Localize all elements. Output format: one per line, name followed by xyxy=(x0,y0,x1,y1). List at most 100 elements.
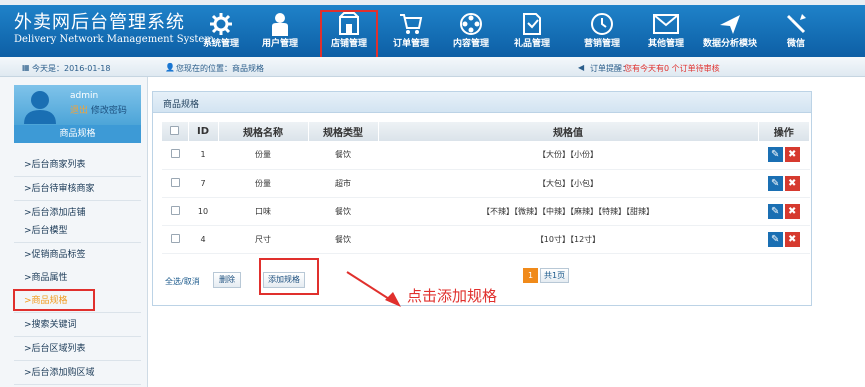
cell-actions: ✎ ✖ xyxy=(758,141,810,170)
edit-icon[interactable]: ✎ xyxy=(767,147,783,163)
row-checkbox[interactable] xyxy=(170,233,180,243)
mail-icon xyxy=(653,11,679,37)
cell-select xyxy=(162,169,188,198)
table-row: 4 尺寸 餐饮 【10寸】【12寸】 ✎ ✖ xyxy=(162,225,810,254)
logout-link[interactable]: 退出 xyxy=(70,106,88,116)
right-margin xyxy=(848,77,865,387)
cell-name: 份量 xyxy=(218,169,308,198)
add-spec-highlight xyxy=(259,258,319,295)
cell-select xyxy=(162,197,188,226)
nav-users[interactable]: 用户管理 xyxy=(255,6,305,52)
nav-label: 微信 xyxy=(786,39,805,49)
nav-label: 订单管理 xyxy=(392,39,429,49)
sidebar-item-keywords[interactable]: >搜索关键词 xyxy=(14,313,141,337)
nav-marketing[interactable]: 营销管理 xyxy=(577,6,627,52)
header-values: 规格值 xyxy=(378,122,759,141)
delete-icon[interactable]: ✖ xyxy=(784,231,800,247)
cell-values: 【大包】【小包】 xyxy=(378,169,758,198)
order-alert-text[interactable]: 您有今天有0 个订单待审核 xyxy=(624,63,720,74)
nav-label: 数据分析模块 xyxy=(702,39,757,49)
sidebar-item-promo-tags[interactable]: >促销商品标签 xyxy=(14,243,141,267)
cell-type: 餐饮 xyxy=(308,141,378,170)
cell-id: 10 xyxy=(188,197,218,226)
delete-icon[interactable]: ✖ xyxy=(784,175,800,191)
app-title: 外卖网后台管理系统 xyxy=(14,12,185,33)
table-row: 7 份量 超市 【大包】【小包】 ✎ ✖ xyxy=(162,169,810,198)
avatar xyxy=(24,91,56,124)
select-all-link[interactable]: 全选/取消 xyxy=(165,276,200,287)
nav-gifts[interactable]: 礼品管理 xyxy=(507,6,557,52)
sidebar-heading: 商品规格 xyxy=(14,125,141,143)
gear-icon xyxy=(208,11,234,37)
clock-icon xyxy=(589,11,615,37)
sidebar-item-models[interactable]: >后台模型 xyxy=(14,219,141,243)
header-select xyxy=(162,122,189,141)
row-checkbox[interactable] xyxy=(170,177,180,187)
user-icon xyxy=(267,11,293,37)
change-password-link[interactable]: 修改密码 xyxy=(91,106,127,116)
nav-system[interactable]: 系统管理 xyxy=(196,6,246,52)
cell-id: 1 xyxy=(188,141,218,170)
table-row: 10 口味 餐饮 【不辣】【微辣】【中辣】【麻辣】【特辣】【甜辣】 ✎ ✖ xyxy=(162,197,810,226)
select-all-checkbox[interactable] xyxy=(170,125,180,135)
cell-select xyxy=(162,225,188,254)
cell-select xyxy=(162,141,188,170)
row-checkbox[interactable] xyxy=(170,149,180,159)
page-current[interactable]: 1 xyxy=(523,268,538,283)
delete-icon[interactable]: ✖ xyxy=(784,203,800,219)
edit-icon[interactable]: ✎ xyxy=(767,231,783,247)
nav-content[interactable]: 内容管理 xyxy=(446,6,496,52)
cart-icon xyxy=(398,11,424,37)
cell-id: 7 xyxy=(188,169,218,198)
cell-actions: ✎ ✖ xyxy=(758,197,810,226)
cell-values: 【不辣】【微辣】【中辣】【麻辣】【特辣】【甜辣】 xyxy=(378,197,758,226)
nav-wechat[interactable]: 微信 xyxy=(771,6,821,52)
main-panel: 商品规格 ID 规格名称 规格类型 规格值 操作 1 份量 餐饮 【大份】【小份… xyxy=(152,91,812,306)
spec-table: ID 规格名称 规格类型 规格值 操作 1 份量 餐饮 【大份】【小份】 ✎ ✖ … xyxy=(162,122,810,254)
panel-title: 商品规格 xyxy=(163,100,200,110)
row-checkbox[interactable] xyxy=(170,205,180,215)
info-bar: ▦ 今天是：2016-01-18 👤 您现在的位置：商品规格 ◀ 订单提醒： 您… xyxy=(0,57,865,77)
edit-icon[interactable]: ✎ xyxy=(767,203,783,219)
username: admin xyxy=(70,91,99,101)
annotation-text: 点击添加规格 xyxy=(407,287,498,305)
user-box: admin 退出 修改密码 xyxy=(14,85,141,127)
speaker-icon: ◀ xyxy=(578,63,585,72)
nav-active-highlight xyxy=(320,10,378,62)
location-text: 您现在的位置：商品规格 xyxy=(176,64,264,73)
sidebar-item-region-list[interactable]: >后台区域列表 xyxy=(14,337,141,361)
cell-actions: ✎ ✖ xyxy=(758,225,810,254)
date-text: 今天是：2016-01-18 xyxy=(32,64,111,73)
sidebar-item-attributes[interactable]: >商品属性 xyxy=(14,266,141,290)
calendar-icon: ▦ xyxy=(22,63,30,72)
cell-type: 餐饮 xyxy=(308,197,378,226)
annotation-arrow xyxy=(346,271,401,307)
nav-orders[interactable]: 订单管理 xyxy=(386,6,436,52)
page-total: 共1页 xyxy=(540,268,570,283)
edit-icon[interactable]: ✎ xyxy=(767,175,783,191)
nav-label: 礼品管理 xyxy=(513,39,550,49)
nav-other[interactable]: 其他管理 xyxy=(641,6,691,52)
cell-actions: ✎ ✖ xyxy=(758,169,810,198)
gift-icon xyxy=(519,11,545,37)
film-reel-icon xyxy=(458,11,484,37)
header-type: 规格类型 xyxy=(308,122,379,141)
delete-button[interactable]: 删除 xyxy=(213,272,241,288)
sidebar-item-merchant-list[interactable]: >后台商家列表 xyxy=(14,153,141,177)
sidebar-item-pending-merchants[interactable]: >后台待审核商家 xyxy=(14,177,141,201)
app-subtitle: Delivery Network Management System xyxy=(14,34,214,45)
nav-analytics[interactable]: 数据分析模块 xyxy=(697,6,763,52)
plane-icon xyxy=(717,11,743,37)
nav-label: 用户管理 xyxy=(261,39,298,49)
cell-name: 份量 xyxy=(218,141,308,170)
delete-icon[interactable]: ✖ xyxy=(784,147,800,163)
cell-id: 4 xyxy=(188,225,218,254)
sidebar-item-add-region[interactable]: >后台添加购区域 xyxy=(14,361,141,385)
header-id: ID xyxy=(188,122,219,141)
sidebar-selected-highlight xyxy=(13,289,95,311)
nav-label: 内容管理 xyxy=(452,39,489,49)
table-header-row: ID 规格名称 规格类型 规格值 操作 xyxy=(162,122,810,141)
cell-name: 口味 xyxy=(218,197,308,226)
nav-label: 其他管理 xyxy=(647,39,684,49)
nav-label: 系统管理 xyxy=(202,39,239,49)
